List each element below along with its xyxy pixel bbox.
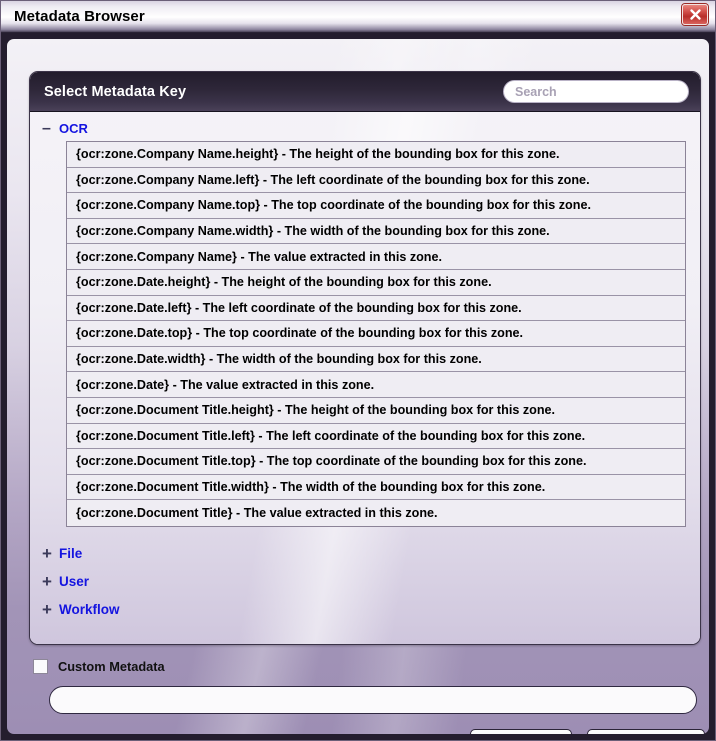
tree-node-ocr[interactable]: – OCR [30,118,700,139]
tree-node-user[interactable]: + User [30,568,700,596]
metadata-tree: – OCR {ocr:zone.Company Name.height} - T… [30,112,700,624]
key-text: {ocr:zone.Document Title.top} - The top … [76,454,587,469]
list-item[interactable]: {ocr:zone.Company Name.left} - The left … [67,167,685,194]
list-item[interactable]: {ocr:zone.Company Name} - The value extr… [67,244,685,270]
tree-node-file[interactable]: + File [30,540,700,568]
expand-plus-icon[interactable]: + [42,573,59,590]
key-text: {ocr:zone.Document Title.height} - The h… [76,403,556,418]
list-item[interactable]: {ocr:zone.Document Title.width} - The wi… [67,474,685,501]
dialog-body: Select Metadata Key – OCR {ocr:zone.Comp… [7,39,709,734]
list-item[interactable]: {ocr:zone.Date.left} - The left coordina… [67,295,685,322]
panel-title: Select Metadata Key [44,83,187,100]
tree-node-workflow[interactable]: + Workflow [30,596,700,624]
window-title: Metadata Browser [14,8,145,25]
list-item[interactable]: {ocr:zone.Date} - The value extracted in… [67,372,685,398]
tree-node-label-workflow: Workflow [59,602,120,618]
key-text: {ocr:zone.Document Title.left} - The lef… [76,428,586,443]
list-item[interactable]: {ocr:zone.Date.height} - The height of t… [67,269,685,296]
key-text: {ocr:zone.Document Title.width} - The wi… [76,480,546,495]
metadata-browser-window: Metadata Browser Select Metadata Key – O… [0,0,716,741]
tree-node-label-user: User [59,574,90,590]
collapse-minus-icon[interactable]: – [42,120,59,136]
list-item[interactable]: {ocr:zone.Company Name.top} - The top co… [67,193,685,219]
key-text: {ocr:zone.Document Title} - The value ex… [76,506,438,521]
custom-metadata-label: Custom Metadata [58,659,165,674]
select-button[interactable]: Select [470,729,572,734]
expand-plus-icon[interactable]: + [42,601,59,618]
list-item[interactable]: {ocr:zone.Document Title} - The value ex… [67,500,685,526]
panel-header: Select Metadata Key [30,72,700,112]
list-item[interactable]: {ocr:zone.Date.width} - The width of the… [67,346,685,373]
search-input[interactable] [503,80,689,103]
list-item[interactable]: {ocr:zone.Company Name.width} - The widt… [67,218,685,245]
window-close-button[interactable] [682,4,708,25]
list-item[interactable]: {ocr:zone.Date.top} - The top coordinate… [67,321,685,347]
window-titlebar: Metadata Browser [1,1,715,33]
tree-node-label-ocr: OCR [59,121,88,136]
collapsed-tree-nodes: + File + User + Workflow [30,540,700,624]
key-text: {ocr:zone.Company Name.left} - The left … [76,172,590,187]
key-text: {ocr:zone.Date} - The value extracted in… [76,377,375,392]
custom-metadata-row: Custom Metadata [33,659,165,674]
key-text: {ocr:zone.Date.top} - The top coordinate… [76,326,524,341]
tree-node-label-file: File [59,546,83,562]
metadata-key-list: {ocr:zone.Company Name.height} - The hei… [66,141,686,527]
metadata-key-panel: Select Metadata Key – OCR {ocr:zone.Comp… [29,71,701,645]
key-text: {ocr:zone.Company Name.height} - The hei… [76,147,560,162]
list-item[interactable]: {ocr:zone.Document Title.height} - The h… [67,397,685,424]
expand-plus-icon[interactable]: + [42,545,59,562]
close-button[interactable]: Close [587,729,705,734]
custom-metadata-input[interactable] [49,686,697,714]
key-text: {ocr:zone.Company Name.width} - The widt… [76,224,550,239]
close-x-icon [689,9,701,20]
key-text: {ocr:zone.Company Name} - The value extr… [76,249,443,264]
list-item[interactable]: {ocr:zone.Company Name.height} - The hei… [67,142,685,168]
list-item[interactable]: {ocr:zone.Document Title.top} - The top … [67,449,685,475]
list-item[interactable]: {ocr:zone.Document Title.left} - The lef… [67,423,685,450]
custom-metadata-checkbox[interactable] [33,659,48,674]
key-text: {ocr:zone.Date.left} - The left coordina… [76,300,522,315]
key-text: {ocr:zone.Company Name.top} - The top co… [76,198,591,213]
key-text: {ocr:zone.Date.height} - The height of t… [76,275,492,290]
key-text: {ocr:zone.Date.width} - The width of the… [76,352,482,367]
